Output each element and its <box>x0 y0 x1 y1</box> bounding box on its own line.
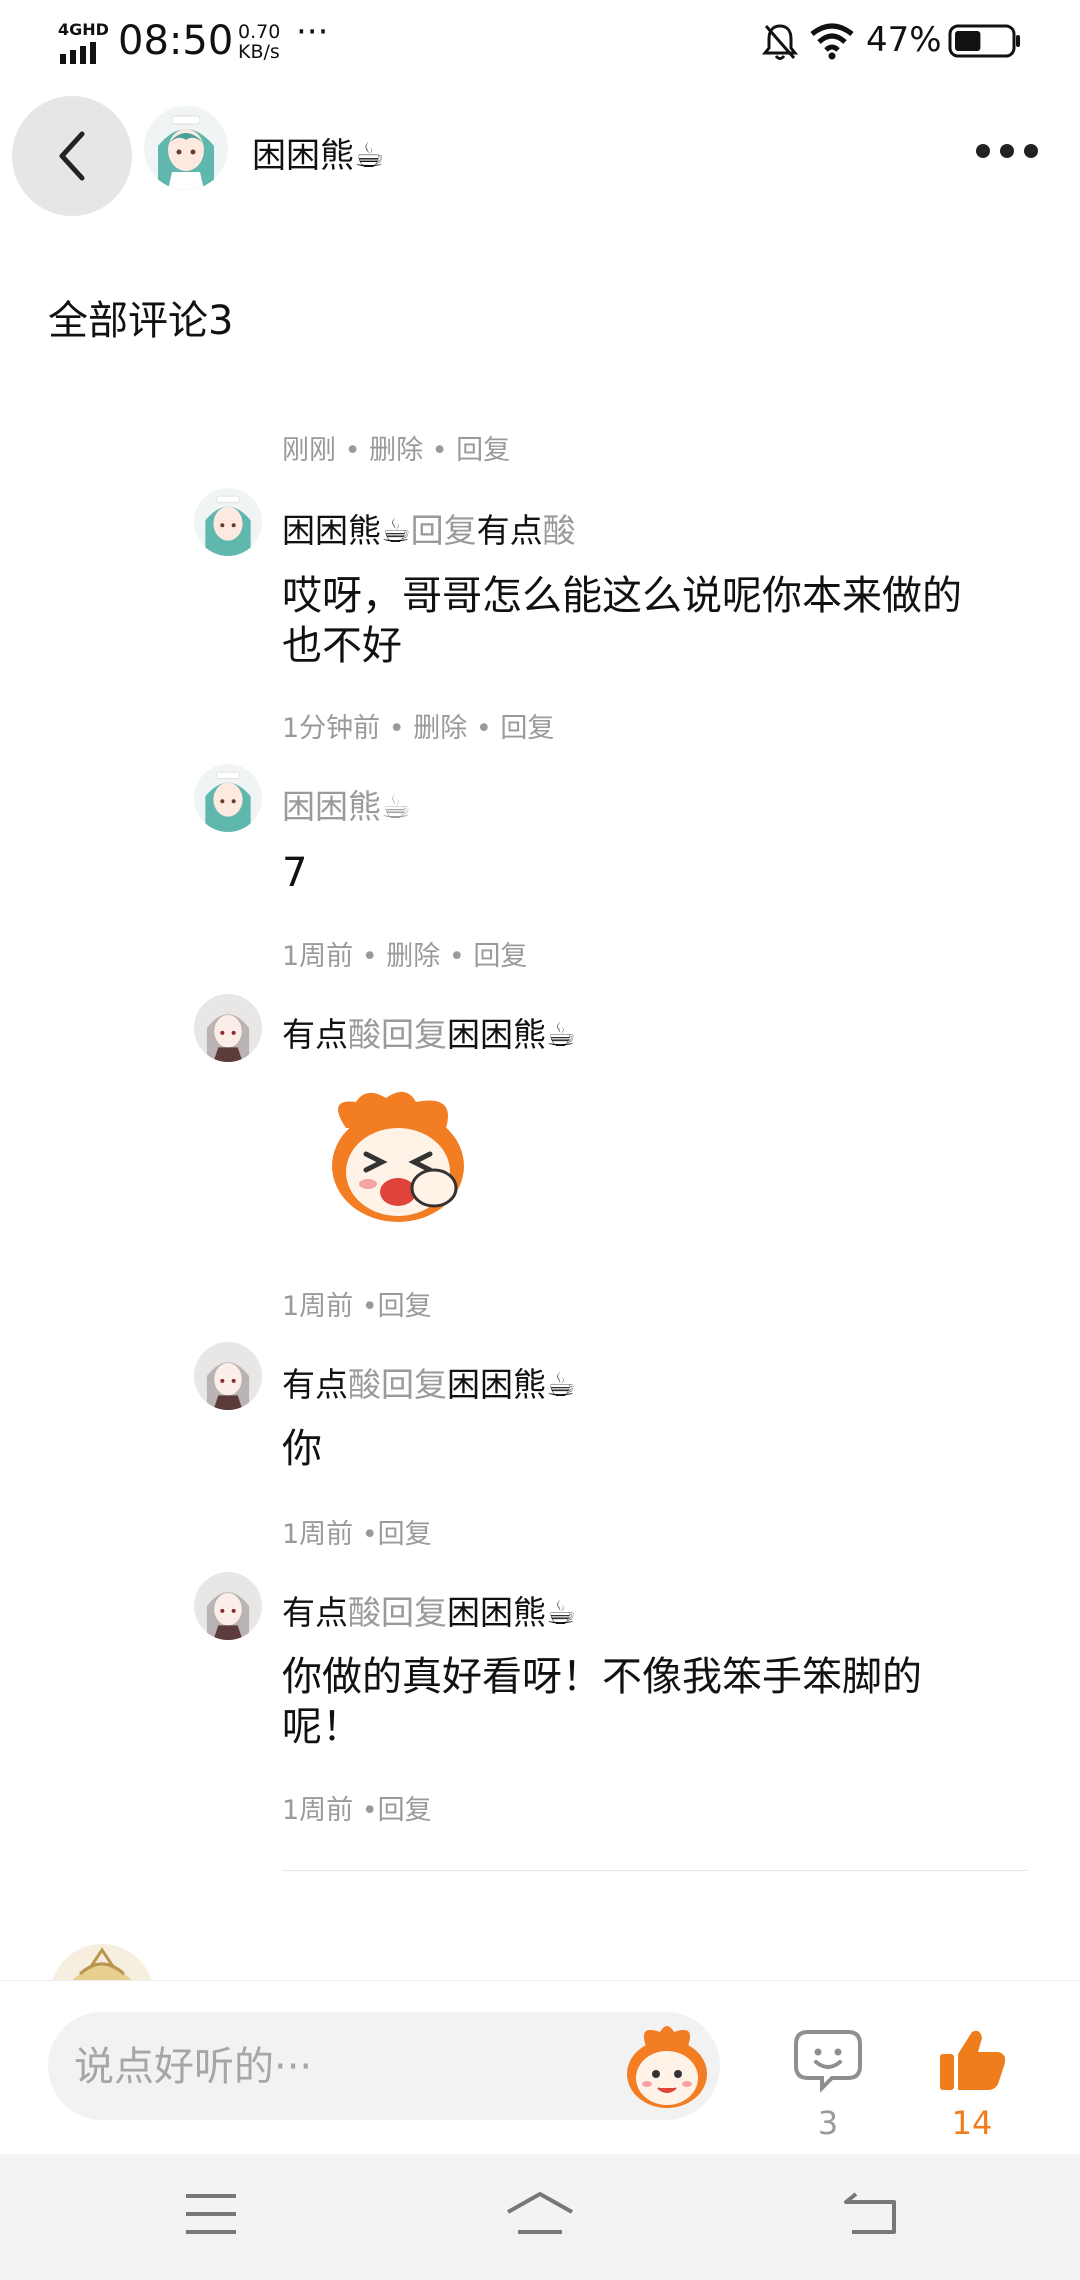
comment-count: 3 <box>817 2104 839 2142</box>
net-speed-unit: KB/s <box>238 41 280 63</box>
comment-meta[interactable]: 刚刚 • 删除 • 回复 <box>282 428 510 467</box>
comment-author[interactable]: 困困熊☕ <box>282 780 411 828</box>
chevron-left-icon <box>59 131 85 181</box>
reply-target-suffix[interactable]: 酸 <box>543 511 576 550</box>
comment-author[interactable]: 有点 <box>282 1365 348 1404</box>
clock: 08:50 <box>118 18 234 64</box>
commenter-avatar[interactable] <box>194 994 262 1062</box>
emoji-sticker-button[interactable] <box>620 2020 714 2114</box>
comment-author-suffix[interactable]: 酸 <box>348 1593 381 1632</box>
comment-meta[interactable]: 1分钟前 • 删除 • 回复 <box>282 706 554 745</box>
teal-hair-avatar-icon <box>194 764 262 832</box>
return-icon[interactable] <box>842 2190 898 2242</box>
menu-icon[interactable] <box>184 2192 238 2240</box>
battery-percent: 47% <box>866 20 942 60</box>
comment-author-suffix[interactable]: 酸 <box>348 1365 381 1404</box>
comment-author[interactable]: 困困熊☕ <box>282 511 411 550</box>
gray-hair-avatar-icon <box>194 994 262 1062</box>
comment-text-line: 你做的真好看呀！不像我笨手笨脚的 <box>282 1654 922 1700</box>
header-user-name[interactable]: 困困熊☕ <box>252 128 384 177</box>
net-speed: 0.70 KB/s <box>238 22 280 62</box>
battery-icon <box>948 24 1022 62</box>
status-more: ··· <box>296 12 329 52</box>
network-type: 4GHD <box>58 20 109 39</box>
comment-author-suffix[interactable]: 酸 <box>348 1015 381 1054</box>
teal-hair-avatar-icon <box>144 106 228 190</box>
thumbs-up-icon <box>940 2030 1006 2090</box>
comment-input-box[interactable] <box>48 2012 720 2122</box>
comment-author-line: 有点酸回复困困熊☕ <box>282 1008 576 1056</box>
commenter-avatar[interactable] <box>194 1572 262 1640</box>
system-nav-bar <box>0 2154 1080 2280</box>
comment-author[interactable]: 有点 <box>282 1593 348 1632</box>
comment-meta[interactable]: 1周前 •回复 <box>282 1788 432 1827</box>
dot-icon <box>1024 144 1038 158</box>
reply-word: 回复 <box>410 511 477 550</box>
comment-text: 哎呀，哥哥怎么能这么说呢你本来做的也不好 <box>282 573 962 669</box>
comment-meta[interactable]: 1周前 • 删除 • 回复 <box>282 934 527 973</box>
comment-text: 7 <box>282 850 308 896</box>
reply-word: 回复 <box>381 1593 447 1632</box>
laughing-sticker-image[interactable] <box>306 1088 486 1228</box>
gray-hair-avatar-icon <box>194 1342 262 1410</box>
more-options-button[interactable] <box>976 144 1038 158</box>
reply-target[interactable]: 困困熊☕ <box>447 1015 576 1054</box>
mascot-emoji-icon <box>627 2026 707 2108</box>
comment-meta[interactable]: 1周前 •回复 <box>282 1512 432 1551</box>
comment-author[interactable]: 有点 <box>282 1015 348 1054</box>
dot-icon <box>976 144 990 158</box>
comment-text: 你做的真好看呀！不像我笨手笨脚的 呢！ <box>282 1652 922 1752</box>
mute-bell-icon <box>761 22 799 66</box>
gray-hair-avatar-icon <box>194 1572 262 1640</box>
header-avatar[interactable] <box>144 106 228 190</box>
teal-hair-avatar-icon <box>194 488 262 556</box>
status-bar: 4GHD 08:50 0.70 KB/s ··· 47% <box>0 0 1080 84</box>
dot-icon <box>1000 144 1014 158</box>
comment-bubble-icon <box>794 2030 862 2093</box>
like-count: 14 <box>951 2104 993 2142</box>
comment-meta[interactable]: 1周前 •回复 <box>282 1284 432 1323</box>
net-speed-value: 0.70 <box>238 21 281 43</box>
comment-text: 你 <box>282 1426 322 1472</box>
comment-text-line: 呢！ <box>282 1704 362 1750</box>
back-button[interactable] <box>12 96 132 216</box>
home-icon[interactable] <box>504 2190 576 2242</box>
reply-word: 回复 <box>381 1365 447 1404</box>
reply-word: 回复 <box>381 1015 447 1054</box>
reply-target[interactable]: 有点 <box>477 511 543 550</box>
comment-author-line: 困困熊☕回复有点酸 <box>282 504 576 552</box>
comment-author-line: 有点酸回复困困熊☕ <box>282 1586 576 1634</box>
commenter-avatar[interactable] <box>194 488 262 556</box>
commenter-avatar[interactable] <box>194 1342 262 1410</box>
divider <box>282 1870 1028 1871</box>
all-comments-title: 全部评论3 <box>48 298 234 344</box>
comment-count-button[interactable]: 3 <box>788 2026 868 2142</box>
commenter-avatar[interactable] <box>194 764 262 832</box>
signal-icon: 4GHD <box>58 20 109 64</box>
comment-author-line: 有点酸回复困困熊☕ <box>282 1358 576 1406</box>
wifi-icon <box>808 22 856 64</box>
comment-input[interactable] <box>72 2012 596 2122</box>
like-button[interactable]: 14 <box>932 2026 1012 2142</box>
reply-target[interactable]: 困困熊☕ <box>447 1593 576 1632</box>
reply-target[interactable]: 困困熊☕ <box>447 1365 576 1404</box>
